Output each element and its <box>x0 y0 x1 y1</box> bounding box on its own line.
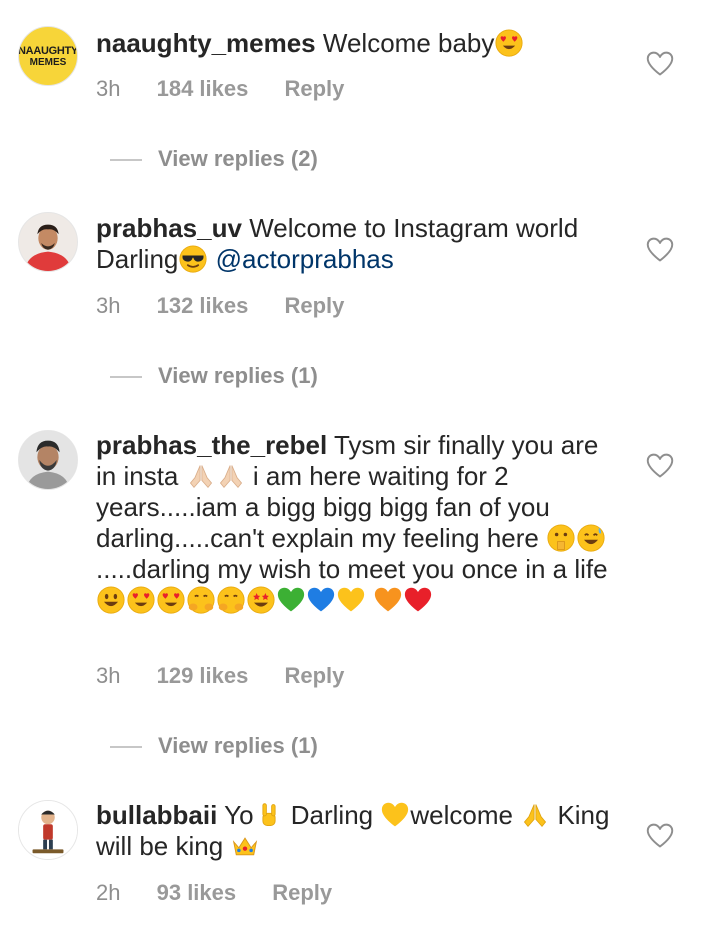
username-link[interactable]: naaughty_memes <box>96 28 316 58</box>
avatar[interactable] <box>18 800 78 860</box>
green-heart-icon <box>277 586 305 614</box>
hugging-face-emoji-icon <box>187 586 215 614</box>
username-link[interactable]: prabhas_uv <box>96 213 242 243</box>
view-replies-label: View replies (2) <box>158 146 318 171</box>
view-replies-label: View replies (1) <box>158 733 318 758</box>
blue-heart-icon <box>307 586 335 614</box>
comment-meta: 3h 129 likes Reply <box>96 663 374 689</box>
like-heart-icon[interactable] <box>646 452 674 480</box>
timestamp: 3h <box>96 76 121 101</box>
crown-emoji-icon <box>231 832 259 860</box>
folded-hands-emoji-icon <box>521 801 549 829</box>
rock-on-hand-emoji-icon <box>255 801 283 829</box>
avatar[interactable] <box>18 212 78 272</box>
heart-eyes-emoji-icon <box>495 29 523 57</box>
like-heart-icon[interactable] <box>646 50 674 78</box>
comment-meta: 2h 93 likes Reply <box>96 880 362 906</box>
comment-meta: 3h 132 likes Reply <box>96 293 374 319</box>
avatar-logo-text: NAAUGHTY <box>18 44 78 57</box>
comment-body: bullabbaii Yo Darling welcome King will … <box>96 800 616 862</box>
comment-text: welcome <box>410 800 513 830</box>
reply-button[interactable]: Reply <box>284 76 344 101</box>
grinning-sweat-emoji-icon <box>577 524 605 552</box>
view-replies-button[interactable]: View replies (2) <box>110 146 318 172</box>
smiley-emoji-icon <box>97 586 125 614</box>
folded-hands-emoji-icon <box>217 462 245 490</box>
username-link[interactable]: bullabbaii <box>96 800 217 830</box>
hugging-face-emoji-icon <box>217 586 245 614</box>
like-heart-icon[interactable] <box>646 822 674 850</box>
likes-count[interactable]: 184 likes <box>157 76 249 101</box>
avatar-logo-text: MEMES <box>29 56 67 68</box>
person-photo-icon <box>19 431 77 489</box>
likes-count[interactable]: 132 likes <box>157 293 249 318</box>
comment-meta: 3h 184 likes Reply <box>96 76 374 102</box>
avatar[interactable] <box>18 430 78 490</box>
comment-body: naaughty_memes Welcome baby <box>96 28 616 59</box>
comment-body: prabhas_uv Welcome to Instagram world Da… <box>96 213 616 275</box>
comment-body: prabhas_the_rebel Tysm sir finally you a… <box>96 430 616 616</box>
likes-count[interactable]: 129 likes <box>157 663 249 688</box>
comment-text: Darling <box>290 800 374 830</box>
heart-eyes-emoji-icon <box>157 586 185 614</box>
cartoon-character-icon <box>19 801 77 859</box>
folded-hands-emoji-icon <box>187 462 215 490</box>
star-struck-emoji-icon <box>247 586 275 614</box>
heart-eyes-emoji-icon <box>127 586 155 614</box>
comment-text: Welcome baby <box>322 28 495 58</box>
comment-text: Yo <box>224 800 254 830</box>
username-link[interactable]: prabhas_the_rebel <box>96 430 327 460</box>
yellow-heart-icon <box>381 801 409 829</box>
view-replies-button[interactable]: View replies (1) <box>110 733 318 759</box>
likes-count[interactable]: 93 likes <box>157 880 237 905</box>
reply-button[interactable]: Reply <box>272 880 332 905</box>
avatar[interactable]: NAAUGHTY MEMES <box>18 26 78 86</box>
red-heart-icon <box>404 586 432 614</box>
comment-text: .....darling my wish to meet you once in… <box>96 554 608 584</box>
mention-link[interactable]: @actorprabhas <box>216 244 394 274</box>
divider-line <box>110 159 142 162</box>
person-photo-icon <box>19 213 77 271</box>
timestamp: 3h <box>96 293 121 318</box>
reply-button[interactable]: Reply <box>284 663 344 688</box>
divider-line <box>110 376 142 379</box>
like-heart-icon[interactable] <box>646 236 674 264</box>
sunglasses-emoji-icon <box>179 245 207 273</box>
timestamp: 3h <box>96 663 121 688</box>
shushing-face-emoji-icon <box>547 524 575 552</box>
divider-line <box>110 746 142 749</box>
view-replies-label: View replies (1) <box>158 363 318 388</box>
orange-heart-icon <box>374 586 402 614</box>
yellow-heart-icon <box>337 586 365 614</box>
view-replies-button[interactable]: View replies (1) <box>110 363 318 389</box>
timestamp: 2h <box>96 880 121 905</box>
reply-button[interactable]: Reply <box>284 293 344 318</box>
